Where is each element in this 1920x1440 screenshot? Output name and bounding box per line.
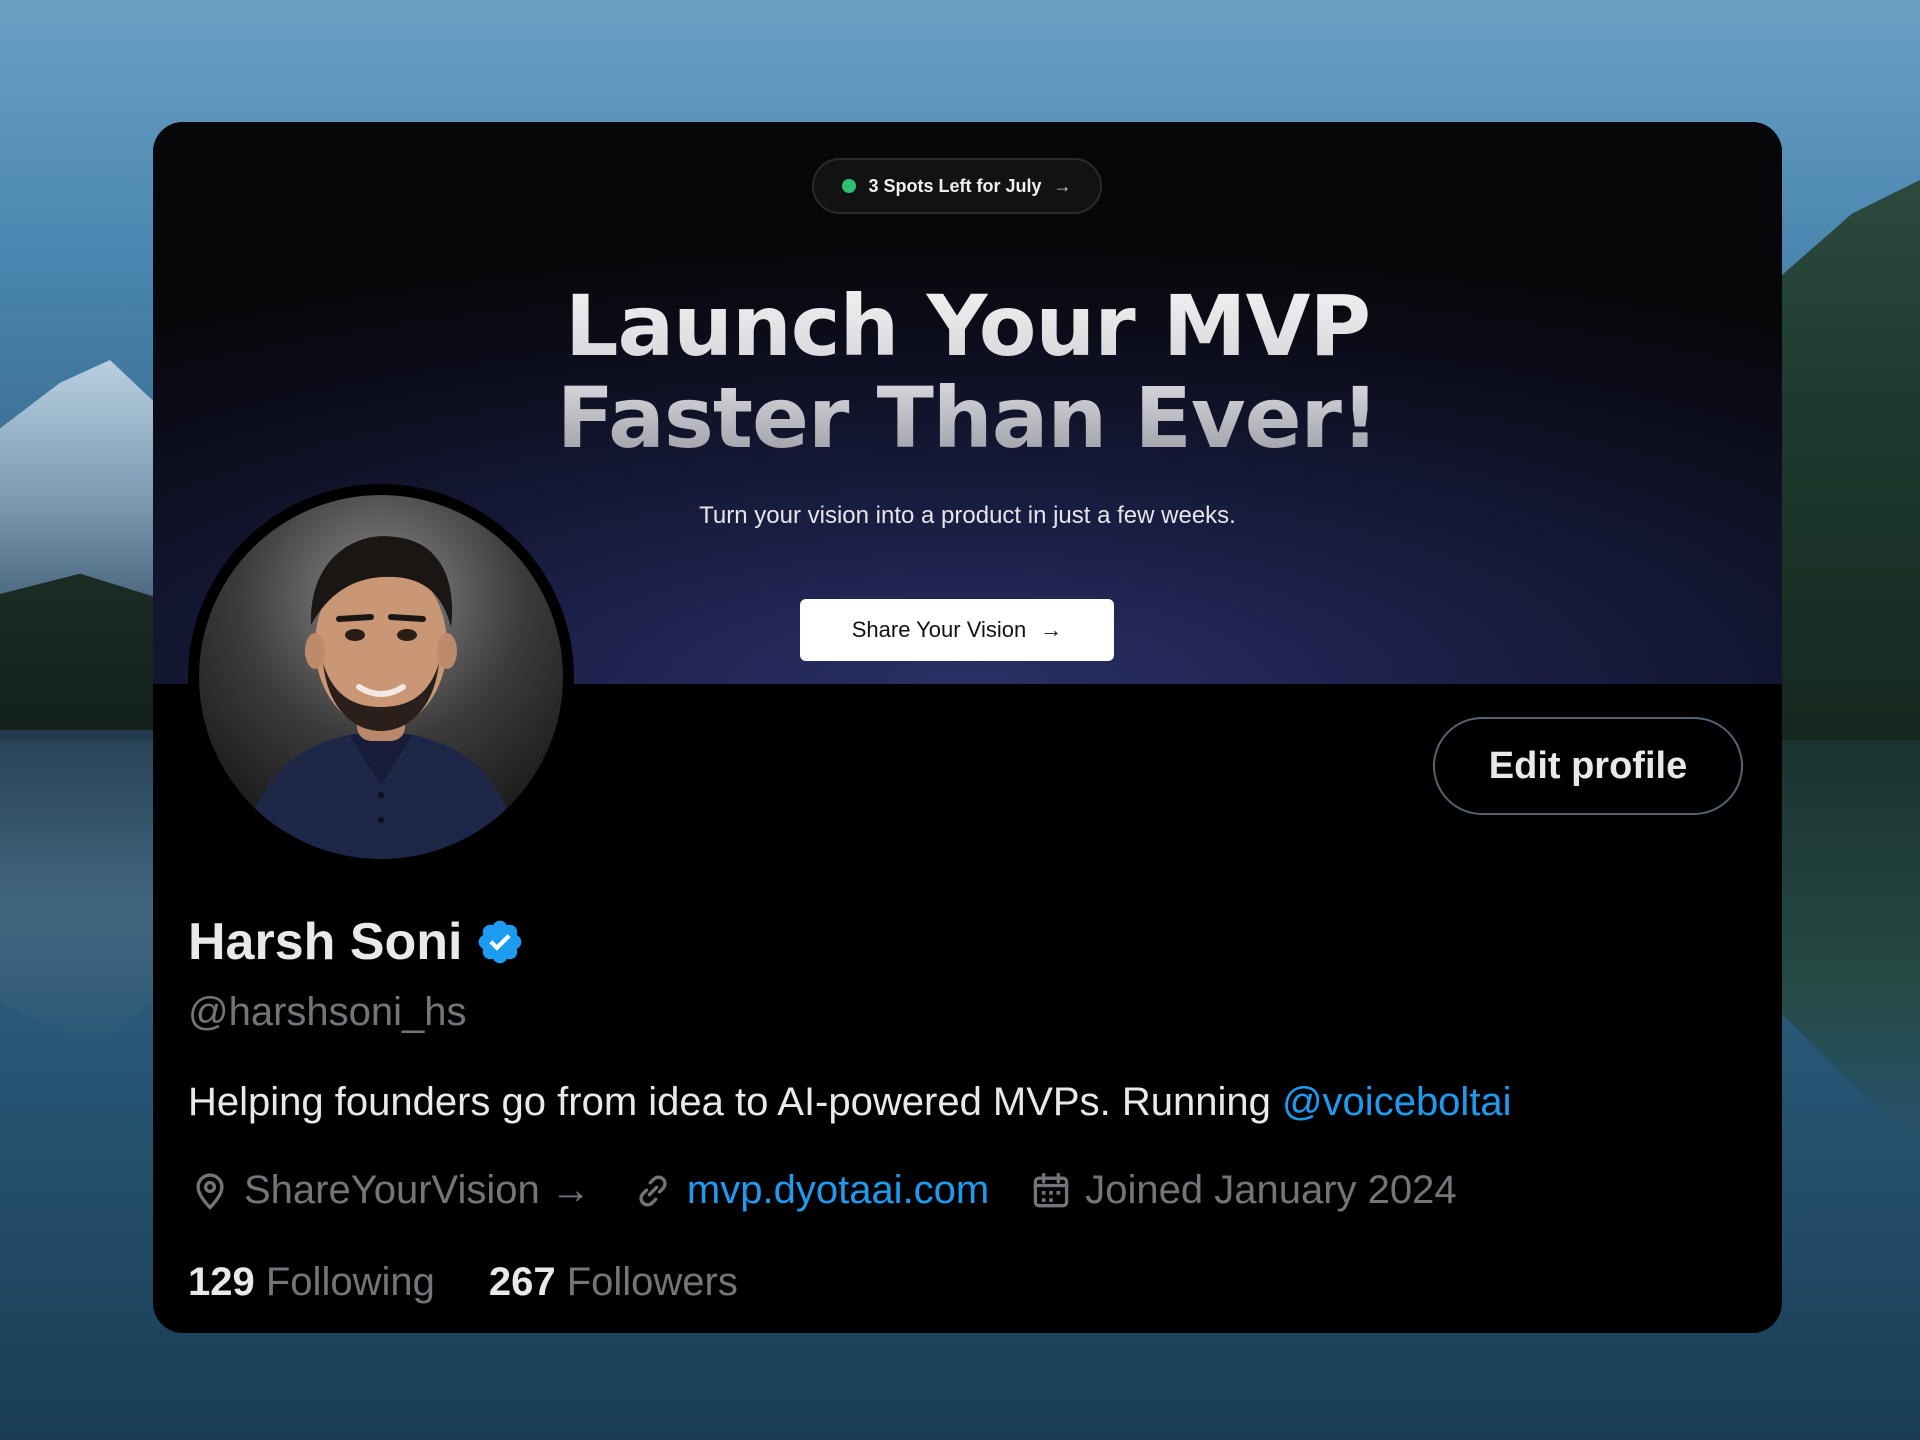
followers-link[interactable]: 267 Followers (489, 1260, 738, 1305)
avatar[interactable] (188, 484, 574, 870)
cta-label: Share Your Vision (851, 617, 1027, 642)
user-handle: @harshsoni_hs (188, 990, 467, 1034)
person-portrait-icon (239, 536, 523, 859)
verified-badge-icon[interactable] (475, 917, 525, 967)
following-label: Following (265, 1260, 435, 1304)
link-icon (639, 1175, 667, 1206)
location-pin-icon (196, 1172, 224, 1210)
bio-text: Helping founders go from idea to AI-powe… (188, 1080, 1282, 1124)
calendar-icon (1034, 1172, 1069, 1207)
pill-text: 3 Spots Left for July (868, 175, 1042, 196)
followers-count: 267 (488, 1260, 556, 1304)
display-name: Harsh Soni (188, 913, 463, 971)
banner-headline-line2: Faster Than Ever! (556, 369, 1379, 467)
arrow-right-icon: → (1040, 617, 1063, 642)
status-dot (842, 179, 857, 193)
follow-stats: 129 Following 267 Followers (188, 1260, 792, 1305)
bio-mention-link[interactable]: @voiceboltai (1282, 1080, 1512, 1124)
location-text: ShareYourVision → (244, 1168, 591, 1212)
profile-bio: Helping founders go from idea to AI-powe… (188, 1080, 1512, 1125)
avatar-photo (199, 495, 563, 859)
banner-headline-line1: Launch Your MVP (564, 277, 1371, 375)
spots-left-pill[interactable]: 3 Spots Left for July → (812, 158, 1102, 214)
profile-meta: ShareYourVision → mvp.dyotaai.com Joined… (188, 1168, 1497, 1213)
website-link[interactable]: mvp.dyotaai.com (687, 1168, 989, 1213)
following-link[interactable]: 129 Following (188, 1260, 435, 1305)
banner-headline: Launch Your MVP Faster Than Ever! (153, 280, 1782, 464)
website-item: mvp.dyotaai.com (631, 1168, 989, 1213)
joined-item: Joined January 2024 (1029, 1168, 1457, 1213)
profile-name-row: Harsh Soni (188, 912, 525, 972)
arrow-right-icon: → (1053, 175, 1072, 196)
joined-text: Joined January 2024 (1085, 1168, 1457, 1212)
profile-card: 3 Spots Left for July → Launch Your MVP … (153, 122, 1782, 1333)
followers-label: Followers (566, 1260, 738, 1304)
share-your-vision-button[interactable]: Share Your Vision → (800, 599, 1114, 661)
following-count: 129 (188, 1260, 255, 1304)
edit-profile-button[interactable]: Edit profile (1433, 717, 1743, 815)
location-item: ShareYourVision → (188, 1168, 591, 1213)
